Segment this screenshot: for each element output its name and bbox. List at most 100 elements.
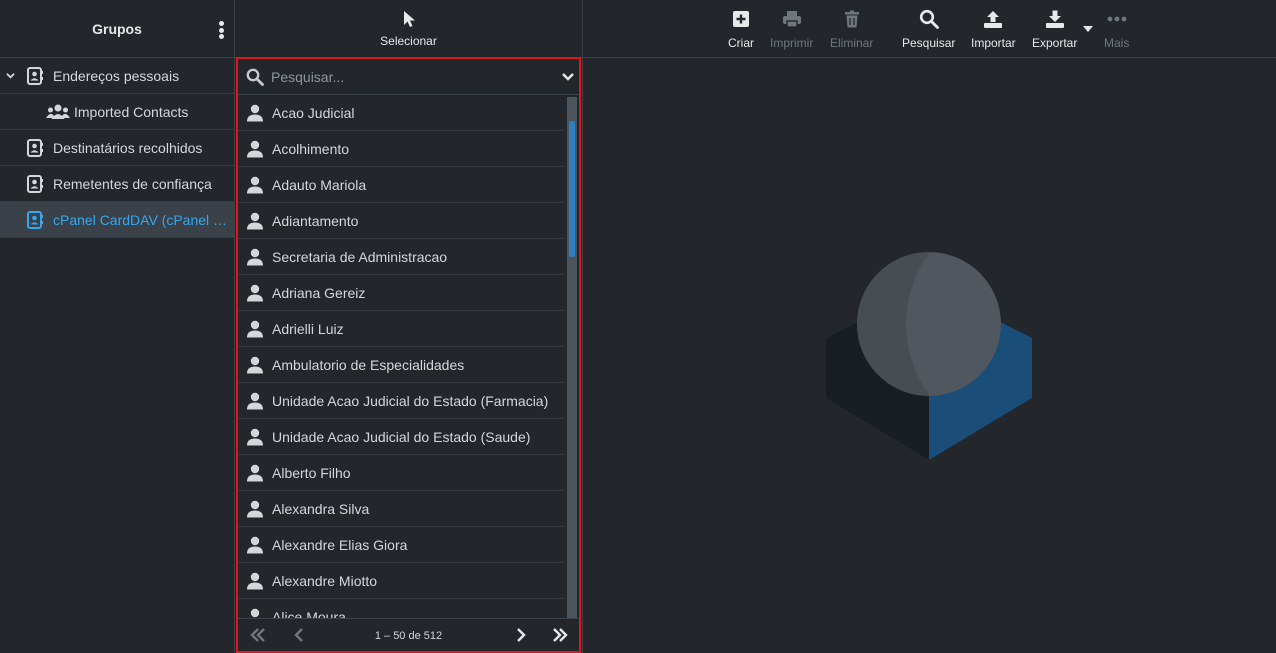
groups-menu-icon[interactable] — [218, 21, 224, 39]
contact-name: Unidade Acao Judicial do Estado (Farmaci… — [272, 392, 549, 409]
toolbar: Criar Imprimir Eliminar Pesquisar Import… — [583, 0, 1276, 58]
contact-row[interactable]: Ambulatorio de Especialidades — [238, 347, 565, 383]
print-button[interactable]: Imprimir — [770, 8, 813, 50]
printer-icon — [782, 11, 801, 28]
download-icon — [1045, 10, 1064, 28]
delete-button[interactable]: Eliminar — [830, 8, 873, 50]
person-icon — [247, 500, 263, 518]
scrollbar[interactable] — [567, 97, 577, 618]
create-label: Criar — [728, 36, 754, 50]
contact-row[interactable]: Adrielli Luiz — [238, 311, 565, 347]
contact-row[interactable]: Unidade Acao Judicial do Estado (Farmaci… — [238, 383, 565, 419]
person-icon — [250, 608, 260, 618]
contact-name: Secretaria de Administracao — [272, 248, 448, 265]
person-icon — [247, 248, 263, 266]
person-icon — [247, 464, 263, 482]
contact-row[interactable]: Adriana Gereiz — [238, 275, 565, 311]
contact-details-panel: Criar Imprimir Eliminar Pesquisar Import… — [583, 0, 1276, 653]
groups-title: Grupos — [92, 20, 142, 37]
group-item-trusted-senders[interactable]: Remetentes de confiança — [0, 166, 234, 202]
group-label: Imported Contacts — [74, 103, 189, 120]
trash-icon — [844, 10, 859, 28]
contact-row[interactable]: Acao Judicial — [238, 95, 565, 131]
create-button[interactable]: Criar — [728, 8, 754, 50]
pagination-text: 1 – 50 de 512 — [374, 630, 443, 642]
print-label: Imprimir — [770, 36, 814, 50]
group-label: cPanel CardDAV (cPanel C... — [53, 211, 231, 228]
search-button[interactable]: Pesquisar — [902, 8, 955, 50]
group-label: Destinatários recolhidos — [53, 139, 203, 156]
person-icon — [247, 392, 263, 410]
roundcube-logo-watermark — [826, 251, 1032, 460]
search-icon — [919, 9, 939, 29]
group-item-personal[interactable]: Endereços pessoais — [0, 58, 234, 94]
groups-header: Grupos — [0, 0, 234, 58]
person-icon — [247, 140, 263, 158]
export-button[interactable]: Exportar — [1032, 8, 1077, 50]
search-input[interactable] — [271, 67, 541, 87]
more-dots-icon — [1107, 16, 1127, 22]
contact-row[interactable]: Alberto Filho — [238, 455, 565, 491]
contact-name: Alexandre Elias Giora — [272, 536, 408, 553]
contact-name: Acolhimento — [272, 140, 350, 157]
contact-row[interactable]: Adauto Mariola — [238, 167, 565, 203]
contact-name: Alexandre Miotto — [272, 572, 378, 589]
upload-icon — [984, 11, 1003, 28]
person-icon — [247, 212, 263, 230]
group-item-collected-recipients[interactable]: Destinatários recolhidos — [0, 130, 234, 166]
cursor-arrow-icon — [403, 11, 415, 27]
next-page-icon[interactable] — [516, 628, 526, 642]
person-icon — [247, 572, 263, 590]
select-button[interactable]: Selecionar — [235, 0, 582, 58]
contact-row[interactable]: Unidade Acao Judicial do Estado (Saude) — [238, 419, 565, 455]
more-button[interactable]: Mais — [1104, 8, 1129, 50]
group-item-imported-contacts[interactable]: Imported Contacts — [0, 94, 234, 130]
more-label: Mais — [1104, 36, 1130, 50]
groups-panel: Grupos Endereços pessoais Imported Conta… — [0, 0, 235, 653]
group-label: Endereços pessoais — [53, 67, 180, 84]
contact-row[interactable]: Alexandra Silva — [238, 491, 565, 527]
pagination: 1 – 50 de 512 — [238, 618, 579, 651]
contacts-list: Acao Judicial Acolhimento Adauto Mariola Ad… — [238, 95, 579, 618]
person-icon — [247, 428, 263, 446]
scrollbar-thumb[interactable] — [569, 121, 575, 257]
search-label: Pesquisar — [902, 36, 956, 50]
person-icon — [247, 320, 263, 338]
contact-row[interactable]: Alice Moura — [238, 599, 565, 618]
chevron-down-icon[interactable] — [562, 72, 574, 81]
import-button[interactable]: Importar — [971, 8, 1016, 50]
plus-square-icon — [733, 11, 749, 27]
users-group-icon — [46, 104, 70, 119]
contact-row[interactable]: Adiantamento — [238, 203, 565, 239]
contact-name: Adrielli Luiz — [272, 320, 344, 337]
last-page-icon[interactable] — [552, 628, 568, 642]
address-book-icon — [27, 139, 43, 157]
person-icon — [247, 356, 263, 374]
select-label: Selecionar — [380, 34, 437, 48]
chevron-down-icon[interactable] — [6, 71, 15, 80]
address-book-icon — [27, 211, 43, 229]
contact-row[interactable]: Acolhimento — [238, 131, 565, 167]
contact-name: Alice Moura — [272, 608, 346, 619]
delete-label: Eliminar — [830, 36, 874, 50]
export-label: Exportar — [1032, 36, 1078, 50]
contact-row[interactable]: Alexandre Elias Giora — [238, 527, 565, 563]
contact-name: Ambulatorio de Especialidades — [272, 356, 465, 373]
contact-row[interactable]: Alexandre Miotto — [238, 563, 565, 599]
group-label: Remetentes de confiança — [53, 175, 212, 192]
person-icon — [247, 536, 263, 554]
contacts-search-bar — [238, 59, 579, 95]
contact-name: Unidade Acao Judicial do Estado (Saude) — [272, 428, 531, 445]
search-icon — [246, 68, 264, 86]
contact-name: Adriana Gereiz — [272, 284, 366, 301]
contact-name: Alberto Filho — [272, 464, 351, 481]
contacts-list-highlight: Acao Judicial Acolhimento Adauto Mariola Ad… — [236, 57, 581, 653]
person-icon — [247, 176, 263, 194]
group-item-cpanel-carddav[interactable]: cPanel CardDAV (cPanel C... — [0, 202, 234, 238]
contact-name: Acao Judicial — [272, 104, 355, 121]
contacts-panel: Selecionar Acao Judicial Acolhimento Adaut… — [235, 0, 583, 653]
contact-name: Alexandra Silva — [272, 500, 370, 517]
export-dropdown-icon[interactable] — [1083, 26, 1093, 32]
address-book-icon — [27, 67, 43, 85]
contact-row[interactable]: Secretaria de Administracao — [238, 239, 565, 275]
